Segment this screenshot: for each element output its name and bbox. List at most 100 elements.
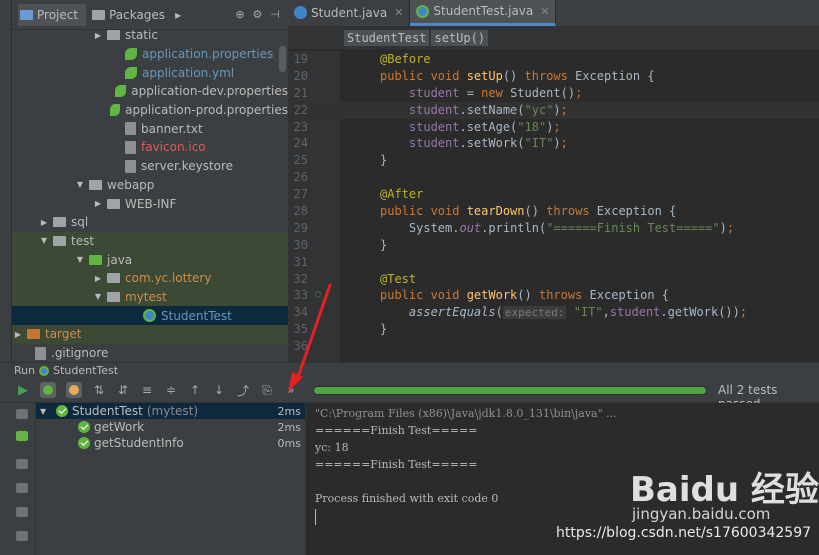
close-icon[interactable]: ✕ — [394, 6, 403, 19]
folder-icon — [89, 179, 102, 190]
tree-item[interactable]: ▶ WEB-INF — [12, 194, 288, 213]
code-line[interactable]: 22 student.setName("yc"); — [288, 101, 819, 119]
more-icon[interactable]: » — [284, 383, 298, 397]
tab-label: StudentTest.java — [433, 4, 534, 18]
restore-layout-icon[interactable] — [16, 531, 28, 541]
line-number: 19 — [293, 52, 308, 66]
code-line[interactable]: 25} — [288, 152, 819, 169]
tree-item[interactable]: ▼ java — [12, 250, 288, 269]
tree-item[interactable]: ▶ sql — [12, 213, 288, 232]
code-text: student.setAge("18"); — [408, 119, 561, 134]
tab-studenttest-java[interactable]: StudentTest.java ✕ — [410, 0, 557, 26]
tree-item[interactable]: favicon.ico — [12, 138, 288, 157]
chevron-right-icon[interactable]: ▶ — [12, 330, 24, 339]
code-line[interactable]: 34 assertEquals(expected: "IT",student.g… — [288, 304, 819, 321]
exit-icon[interactable] — [16, 507, 28, 517]
code-line[interactable]: 26 — [288, 169, 819, 186]
rerun-failed-icon[interactable] — [16, 431, 28, 441]
tree-item[interactable]: ▼ webapp — [12, 176, 288, 195]
code-line[interactable]: 27 @After — [288, 186, 819, 203]
chevron-down-icon[interactable]: ▼ — [74, 180, 86, 189]
breadcrumb-class[interactable]: StudentTest — [344, 30, 430, 46]
tree-item[interactable]: ▼ test — [12, 231, 288, 251]
tree-item[interactable]: application-dev.properties — [12, 82, 288, 101]
tree-item[interactable]: ▶ target — [12, 325, 288, 344]
code-text: @Before — [380, 52, 431, 66]
code-line[interactable]: 31 — [288, 254, 819, 271]
chevron-right-icon[interactable]: ▶ — [92, 31, 104, 40]
test-case-row[interactable]: getWork 2ms — [36, 419, 305, 435]
code-line[interactable]: 21 student = new Student(); — [288, 85, 819, 102]
tree-item[interactable]: ▼ mytest — [12, 287, 288, 307]
code-line[interactable]: 28 public void tearDown() throws Exceptio… — [288, 203, 819, 220]
next-test-icon[interactable]: ↓ — [212, 383, 226, 397]
tree-item[interactable]: server.keystore — [12, 157, 288, 176]
code-line[interactable]: 36 — [288, 338, 819, 355]
sort-duration-icon[interactable]: ⇵ — [116, 383, 130, 397]
tree-item[interactable]: application.yml — [12, 63, 288, 82]
tab-student-java[interactable]: Student.java ✕ — [288, 0, 411, 26]
folder-icon — [107, 30, 120, 41]
dump-threads-icon[interactable] — [16, 483, 28, 493]
chevron-right-icon[interactable]: ▶ — [38, 218, 50, 227]
test-passed-icon — [78, 421, 90, 433]
rerun-icon[interactable]: ▶ — [16, 383, 30, 398]
tree-item[interactable]: .gitignore — [12, 344, 288, 362]
tree-item-label: banner.txt — [141, 121, 203, 136]
code-line[interactable]: 33 ◌ public void getWork() throws Exceptio… — [288, 287, 819, 304]
tree-item[interactable]: application-prod.properties — [12, 101, 288, 120]
test-progress-fill — [314, 387, 706, 394]
code-line[interactable]: 35} — [288, 321, 819, 338]
sync-icon[interactable]: ⊕ — [235, 8, 244, 21]
breadcrumb-method[interactable]: setUp() — [431, 30, 489, 46]
gear-icon[interactable]: ⚙ — [253, 8, 263, 21]
show-ignored-button[interactable] — [66, 382, 82, 398]
stop-icon[interactable] — [16, 409, 28, 419]
passed-icon — [43, 385, 53, 395]
run-config-name[interactable]: StudentTest — [53, 364, 118, 377]
run-side-toolbar — [0, 403, 36, 555]
test-passed-icon — [78, 437, 90, 449]
close-icon[interactable]: ✕ — [540, 5, 549, 18]
code-line[interactable]: 23 student.setAge("18"); — [288, 119, 819, 136]
chevron-right-icon[interactable]: ▶ — [92, 274, 104, 283]
test-case-row[interactable]: getStudentInfo 0ms — [36, 435, 305, 451]
code-line[interactable]: 30} — [288, 237, 819, 254]
run-test-gutter-icon[interactable]: ◌ — [315, 287, 321, 304]
chevron-down-icon[interactable]: ▼ — [92, 292, 104, 301]
line-number: 20 — [293, 68, 308, 83]
code-line[interactable]: 32 @Test — [288, 271, 819, 288]
project-scrollbar[interactable] — [279, 46, 286, 72]
chevron-down-icon[interactable]: ▼ — [38, 236, 50, 245]
tree-item[interactable]: StudentTest — [12, 306, 288, 325]
previous-test-icon[interactable]: ↑ — [188, 383, 202, 397]
tab-label: Student.java — [311, 5, 388, 20]
code-line[interactable]: 19 @Before — [288, 51, 819, 68]
code-line[interactable]: 20 public void setUp() throws Exception { — [288, 68, 819, 85]
code-line[interactable]: 24 student.setWork("IT"); — [288, 135, 819, 152]
code-area[interactable]: 19 @Before 20 public void setUp() throws Ex… — [288, 51, 819, 362]
sort-alpha-icon[interactable]: ⇅ — [92, 383, 106, 397]
tree-item[interactable]: banner.txt — [12, 119, 288, 138]
tree-item[interactable]: ▶ com.yc.lottery — [12, 268, 288, 288]
tree-item[interactable]: ▶ static — [12, 26, 288, 45]
tree-item[interactable]: application.properties — [12, 45, 288, 64]
chevron-down-icon[interactable]: ▼ — [40, 407, 56, 416]
import-tests-icon[interactable]: ⎘ — [260, 383, 274, 398]
code-line[interactable]: 29 System.out.println("======Finish Test… — [288, 220, 819, 237]
tree-item-label: test — [71, 233, 95, 248]
collapse-all-icon[interactable]: ≑ — [164, 383, 178, 397]
code-text: public void getWork() throws Exception { — [380, 288, 670, 303]
test-suite-row[interactable]: ▼ StudentTest (mytest) 2ms — [36, 403, 305, 419]
chevron-down-icon[interactable]: ▼ — [74, 255, 86, 264]
expand-all-icon[interactable]: ≡ — [140, 383, 154, 397]
tab-packages[interactable]: Packages ▸ — [90, 4, 189, 26]
tree-item-label: application.yml — [142, 65, 235, 80]
hide-icon[interactable]: ⊣ — [270, 8, 280, 21]
pause-icon[interactable] — [16, 459, 28, 469]
code-text: student.setName("yc"); — [408, 102, 568, 117]
show-passed-button[interactable] — [40, 382, 56, 398]
export-icon[interactable]: ⤴ — [236, 382, 250, 399]
chevron-right-icon[interactable]: ▶ — [92, 199, 104, 208]
tab-project[interactable]: Project — [18, 3, 87, 26]
